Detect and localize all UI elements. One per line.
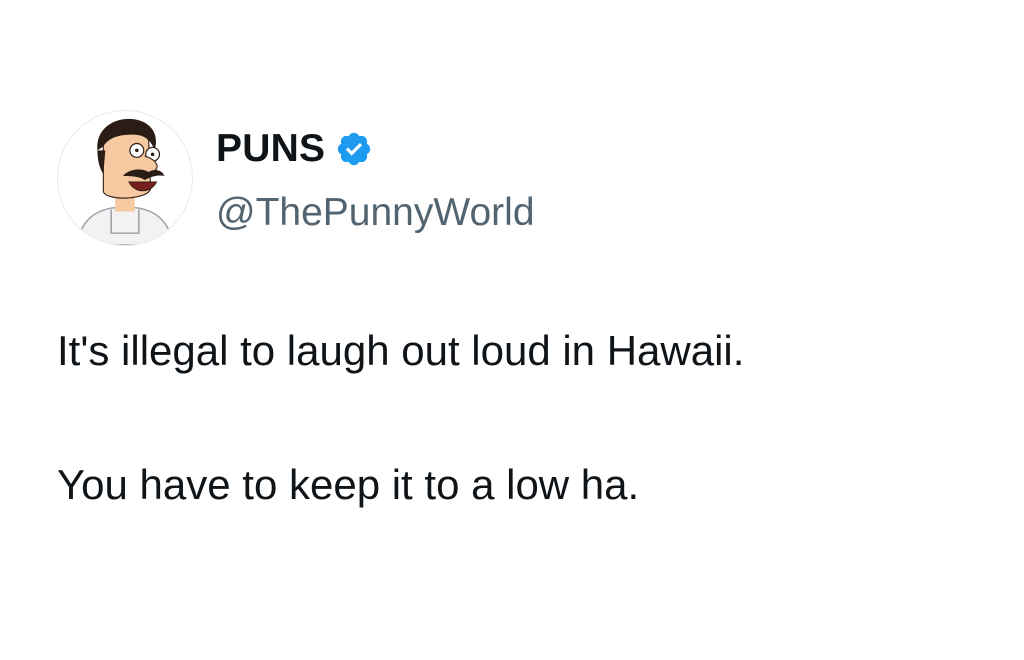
tweet-card: PUNS @ThePunnyWorld It's illegal to laug… xyxy=(0,0,1024,660)
name-row: PUNS xyxy=(216,126,535,172)
tweet-line: You have to keep it to a low ha. xyxy=(57,461,640,508)
user-handle[interactable]: @ThePunnyWorld xyxy=(216,190,535,236)
tweet-text: It's illegal to laugh out loud in Hawaii… xyxy=(57,325,987,511)
verified-check-icon xyxy=(335,130,373,168)
display-name[interactable]: PUNS xyxy=(216,126,325,172)
tweet-line: It's illegal to laugh out loud in Hawaii… xyxy=(57,327,745,374)
cartoon-avatar-icon xyxy=(76,118,174,245)
tweet-header: PUNS @ThePunnyWorld xyxy=(216,126,535,236)
avatar[interactable] xyxy=(57,110,193,246)
